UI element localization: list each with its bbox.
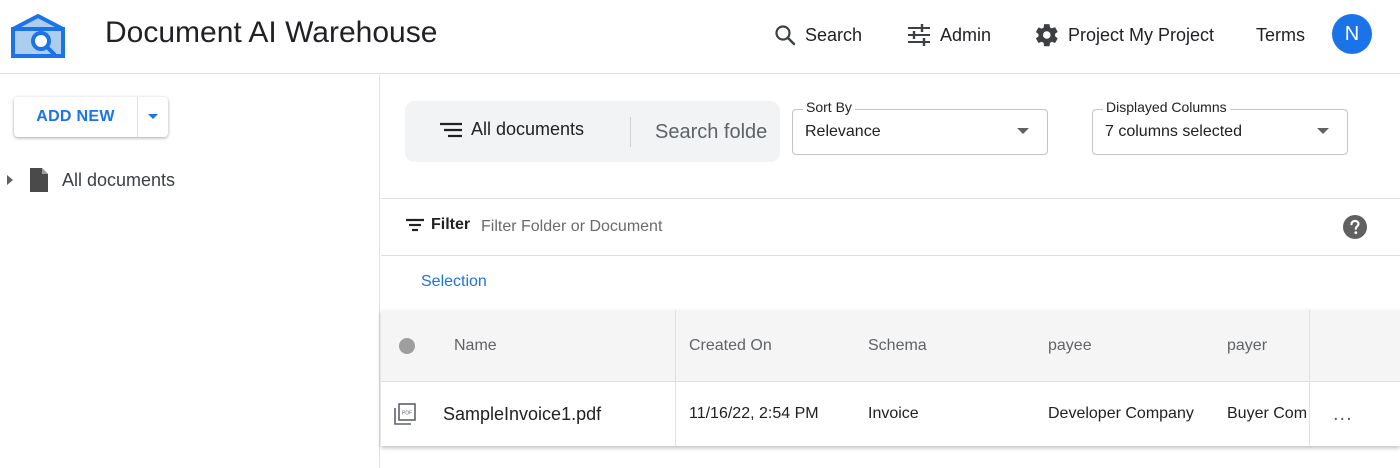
cell-created-on: 11/16/22, 2:54 PM <box>689 405 819 422</box>
avatar[interactable]: N <box>1332 14 1372 54</box>
cell-schema: Invoice <box>868 405 919 422</box>
nav-terms-label: Terms <box>1256 24 1305 45</box>
filter-divider <box>381 255 1400 256</box>
cell-name[interactable]: SampleInvoice1.pdf <box>443 382 668 446</box>
sort-by-select[interactable]: Sort By Relevance <box>792 99 1048 155</box>
search-folders-input[interactable] <box>655 116 767 148</box>
more-actions-button[interactable]: ... <box>1333 382 1363 446</box>
gear-icon <box>1036 24 1058 47</box>
expand-arrow-icon[interactable] <box>4 173 16 187</box>
all-documents-button[interactable]: All documents <box>439 119 584 140</box>
tree-item-all-documents[interactable]: All documents <box>4 166 175 194</box>
app-header: Document AI Warehouse Search Admin Proje… <box>0 0 1400 74</box>
displayed-columns-label: Displayed Columns <box>1103 99 1230 115</box>
sidebar: ADD NEW All documents <box>0 75 380 468</box>
nav-terms-link[interactable]: Terms <box>1256 20 1305 50</box>
filter-button[interactable]: Filter <box>405 216 470 234</box>
column-header-schema[interactable]: Schema <box>868 310 1038 381</box>
cell-payer: Buyer Company <box>1227 405 1308 422</box>
column-separator <box>675 382 676 446</box>
column-header-payer[interactable]: payer <box>1227 310 1307 381</box>
cell-payee: Developer Company <box>1048 405 1194 422</box>
filter-input[interactable] <box>481 214 781 240</box>
filter-icon <box>406 218 424 232</box>
displayed-columns-select[interactable]: Displayed Columns 7 columns selected <box>1092 99 1348 155</box>
displayed-columns-caret-icon <box>1317 128 1329 134</box>
select-all-checkbox[interactable] <box>399 310 419 381</box>
table-header: Name Created On Schema payee payer <box>381 310 1400 382</box>
nav-admin[interactable]: Admin <box>906 20 991 50</box>
filter-label: Filter <box>431 216 471 233</box>
search-divider <box>630 117 631 147</box>
pdf-file-icon: PDF <box>393 382 419 446</box>
caret-down-icon <box>148 114 158 119</box>
column-header-payee[interactable]: payee <box>1048 310 1218 381</box>
warehouse-search-logo[interactable] <box>10 13 66 59</box>
sort-lines-icon <box>440 122 462 137</box>
svg-text:PDF: PDF <box>402 411 412 417</box>
nav-search[interactable]: Search <box>773 20 862 50</box>
sort-by-value: Relevance <box>805 123 881 140</box>
displayed-columns-value: 7 columns selected <box>1105 123 1242 140</box>
nav-project-selector[interactable]: Project My Project <box>1034 20 1214 50</box>
nav-search-label: Search <box>805 24 863 45</box>
nav-admin-label: Admin <box>940 24 992 45</box>
tune-icon <box>908 24 930 46</box>
document-icon <box>30 168 48 192</box>
column-separator[interactable] <box>675 310 676 381</box>
column-header-created-on[interactable]: Created On <box>689 310 859 381</box>
tree-item-label: All documents <box>62 169 176 190</box>
search-icon <box>775 25 796 46</box>
filter-bar: Filter <box>381 199 1400 255</box>
folder-search-bar: All documents <box>405 101 780 162</box>
column-separator <box>1309 382 1310 446</box>
help-icon[interactable] <box>1343 215 1367 239</box>
column-separator[interactable] <box>1309 310 1310 381</box>
add-new-dropdown-button[interactable] <box>138 97 168 137</box>
app-title: Document AI Warehouse <box>105 16 438 49</box>
select-all-dot-icon <box>399 337 415 354</box>
selection-tab[interactable]: Selection <box>421 273 487 291</box>
documents-table: Name Created On Schema payee payer PDF S… <box>381 310 1400 446</box>
add-new-button[interactable]: ADD NEW <box>14 108 137 126</box>
table-row[interactable]: PDF SampleInvoice1.pdf 11/16/22, 2:54 PM… <box>381 382 1400 446</box>
add-new-split-button: ADD NEW <box>14 97 168 137</box>
sort-by-caret-icon <box>1017 128 1029 134</box>
main-content: All documents Sort By Relevance Displaye… <box>381 75 1400 468</box>
column-header-name[interactable]: Name <box>454 310 664 381</box>
nav-project-label: Project My Project <box>1068 24 1215 45</box>
all-documents-label: All documents <box>471 119 585 139</box>
sort-by-label: Sort By <box>803 99 855 115</box>
